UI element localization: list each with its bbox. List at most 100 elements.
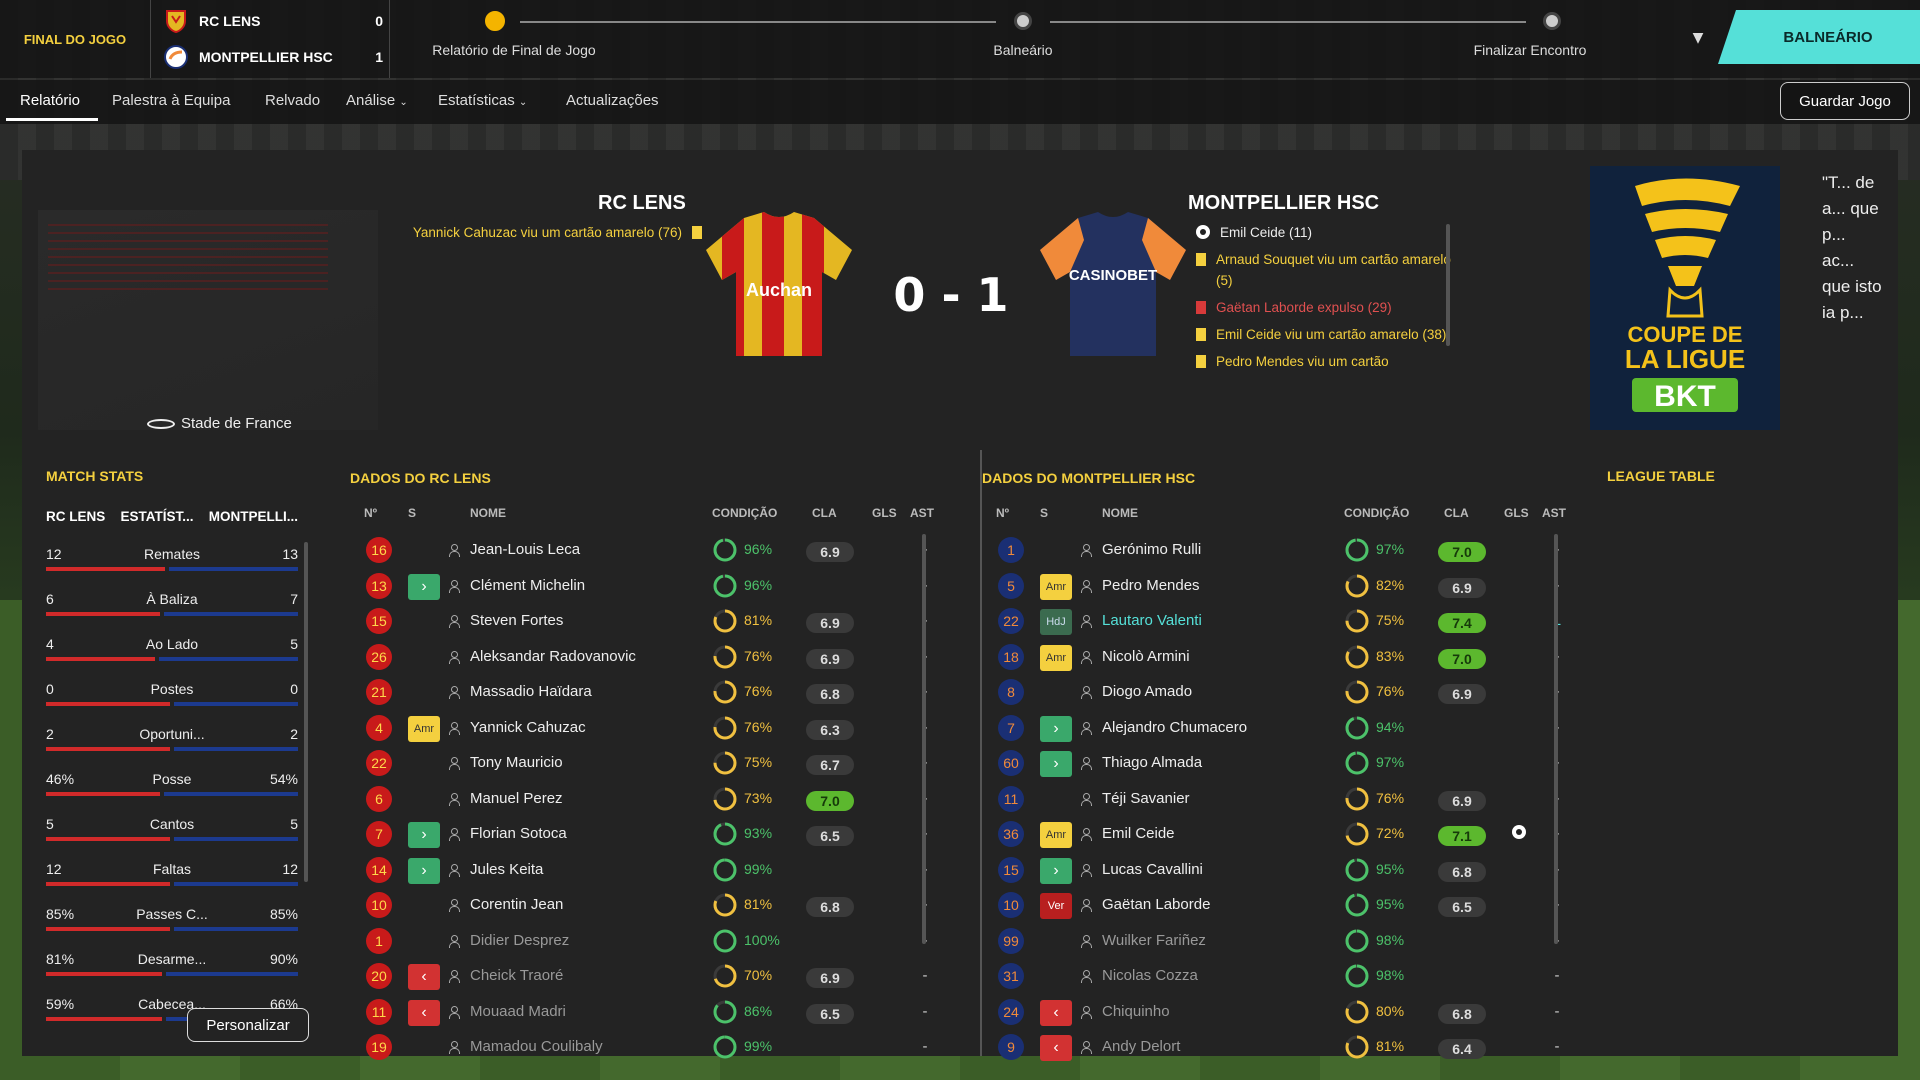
tab-actualizacoes[interactable]: Actualizações xyxy=(566,92,659,109)
player-row[interactable]: 21Massadio Haïdara76%6.8- xyxy=(356,676,946,711)
column-header[interactable]: CLA xyxy=(1444,506,1469,520)
mhsc-table-scrollbar[interactable] xyxy=(1554,534,1558,944)
player-name[interactable]: Corentin Jean xyxy=(470,896,563,913)
column-header[interactable]: CONDIÇÃO xyxy=(712,506,777,520)
player-row[interactable]: 13›Clément Michelin96%- xyxy=(356,570,946,605)
player-row[interactable]: 11Téji Savanier76%6.9- xyxy=(988,783,1578,818)
player-row[interactable]: 16Jean-Louis Leca96%6.9- xyxy=(356,534,946,569)
column-header[interactable]: GLS xyxy=(872,506,897,520)
player-row[interactable]: 4AmrYannick Cahuzac76%6.3- xyxy=(356,712,946,747)
player-row[interactable]: 31 Nicolas Cozza 98% - xyxy=(988,960,1578,995)
step-dot-report[interactable] xyxy=(485,11,505,31)
player-name[interactable]: Chiquinho xyxy=(1102,1003,1170,1020)
player-row[interactable]: 1Gerónimo Rulli97%7.0- xyxy=(988,534,1578,569)
column-header[interactable]: Nº xyxy=(364,506,377,520)
coupe-de-la-ligue-logo: COUPE DE LA LIGUE BKT xyxy=(1590,166,1780,430)
player-name[interactable]: Steven Fortes xyxy=(470,612,563,629)
stat-home-value: 12 xyxy=(46,861,62,877)
player-row[interactable]: 20 ‹ Cheick Traoré 70% 6.9 - xyxy=(356,960,946,995)
column-header[interactable]: NOME xyxy=(1102,506,1138,520)
tab-analise[interactable]: Análise ⌄ xyxy=(346,92,408,109)
shirt-number: 1 xyxy=(366,927,392,954)
player-row[interactable]: 22Tony Mauricio75%6.7- xyxy=(356,747,946,782)
column-header[interactable]: CLA xyxy=(812,506,837,520)
chevron-down-icon[interactable]: ▼ xyxy=(1686,26,1710,50)
tab-estatisticas[interactable]: Estatísticas ⌄ xyxy=(438,92,527,109)
save-game-button[interactable]: Guardar Jogo xyxy=(1780,82,1910,120)
lens-table-scrollbar[interactable] xyxy=(922,534,926,944)
player-row[interactable]: 1Didier Desprez100%- xyxy=(356,925,946,960)
player-name[interactable]: Diogo Amado xyxy=(1102,683,1192,700)
step-dot-finish[interactable] xyxy=(1543,12,1561,30)
column-header[interactable]: S xyxy=(1040,506,1048,520)
player-name[interactable]: Lautaro Valenti xyxy=(1102,612,1202,629)
player-row[interactable]: 15Steven Fortes81%6.9- xyxy=(356,605,946,640)
player-name[interactable]: Nicolò Armini xyxy=(1102,648,1190,665)
tab-relvado[interactable]: Relvado xyxy=(265,92,320,109)
player-name[interactable]: Jules Keita xyxy=(470,861,543,878)
player-name[interactable]: Téji Savanier xyxy=(1102,790,1190,807)
player-name[interactable]: Gaëtan Laborde xyxy=(1102,896,1210,913)
tab-relatorio[interactable]: Relatório xyxy=(20,92,80,109)
player-name[interactable]: Mamadou Coulibaly xyxy=(470,1038,603,1055)
player-row[interactable]: 60›Thiago Almada97%- xyxy=(988,747,1578,782)
column-header[interactable]: AST xyxy=(1542,506,1566,520)
player-name[interactable]: Wuilker Fariñez xyxy=(1102,932,1206,949)
player-name[interactable]: Andy Delort xyxy=(1102,1038,1180,1055)
player-row[interactable]: 14›Jules Keita99%- xyxy=(356,854,946,889)
player-name[interactable]: Florian Sotoca xyxy=(470,825,567,842)
player-rating: 6.9 xyxy=(806,613,854,633)
player-row[interactable]: 24 ‹ Chiquinho 80% 6.8 - xyxy=(988,996,1578,1031)
player-row[interactable]: 18AmrNicolò Armini83%7.0- xyxy=(988,641,1578,676)
tab-palestra[interactable]: Palestra à Equipa xyxy=(112,92,230,109)
player-name[interactable]: Mouaad Madri xyxy=(470,1003,566,1020)
player-row[interactable]: 6Manuel Perez73%7.0- xyxy=(356,783,946,818)
column-header[interactable]: CONDIÇÃO xyxy=(1344,506,1409,520)
player-name[interactable]: Yannick Cahuzac xyxy=(470,719,586,736)
player-name[interactable]: Lucas Cavallini xyxy=(1102,861,1203,878)
player-name[interactable]: Nicolas Cozza xyxy=(1102,967,1198,984)
player-row[interactable]: 9 ‹ Andy Delort 81% 6.4 - xyxy=(988,1031,1578,1066)
events-scrollbar[interactable] xyxy=(1446,224,1450,346)
player-row[interactable]: 5AmrPedro Mendes82%6.9- xyxy=(988,570,1578,605)
player-row[interactable]: 19 Mamadou Coulibaly 99% - xyxy=(356,1031,946,1066)
player-row[interactable]: 7›Alejandro Chumacero94%- xyxy=(988,712,1578,747)
player-row[interactable]: 22HdJLautaro Valenti75%7.41 xyxy=(988,605,1578,640)
stats-scrollbar[interactable] xyxy=(304,542,308,882)
player-name[interactable]: Jean-Louis Leca xyxy=(470,541,580,558)
column-header[interactable]: NOME xyxy=(470,506,506,520)
player-name[interactable]: Massadio Haïdara xyxy=(470,683,592,700)
player-name[interactable]: Clément Michelin xyxy=(470,577,585,594)
player-row[interactable]: 7›Florian Sotoca93%6.5- xyxy=(356,818,946,853)
step-label-dressing-room[interactable]: Balneário xyxy=(993,42,1052,58)
player-name[interactable]: Gerónimo Rulli xyxy=(1102,541,1201,558)
player-row[interactable]: 15›Lucas Cavallini95%6.8- xyxy=(988,854,1578,889)
player-name[interactable]: Didier Desprez xyxy=(470,932,569,949)
player-name[interactable]: Tony Mauricio xyxy=(470,754,563,771)
away-team-title[interactable]: MONTPELLIER HSC xyxy=(1188,192,1379,215)
player-name[interactable]: Cheick Traoré xyxy=(470,967,563,984)
player-name[interactable]: Alejandro Chumacero xyxy=(1102,719,1247,736)
home-team-title[interactable]: RC LENS xyxy=(598,192,686,215)
column-header[interactable]: GLS xyxy=(1504,506,1529,520)
player-name[interactable]: Manuel Perez xyxy=(470,790,563,807)
player-name[interactable]: Thiago Almada xyxy=(1102,754,1202,771)
player-name[interactable]: Emil Ceide xyxy=(1102,825,1175,842)
step-label-report[interactable]: Relatório de Final de Jogo xyxy=(432,42,595,58)
player-row[interactable]: 36AmrEmil Ceide72%7.1- xyxy=(988,818,1578,853)
customize-button[interactable]: Personalizar xyxy=(187,1008,309,1042)
player-row[interactable]: 26Aleksandar Radovanovic76%6.9- xyxy=(356,641,946,676)
player-name[interactable]: Aleksandar Radovanovic xyxy=(470,648,636,665)
continue-button[interactable]: BALNEÁRIO xyxy=(1718,10,1920,64)
column-header[interactable]: Nº xyxy=(996,506,1009,520)
step-dot-dressing-room[interactable] xyxy=(1014,12,1032,30)
player-name[interactable]: Pedro Mendes xyxy=(1102,577,1200,594)
player-row[interactable]: 10Corentin Jean81%6.8- xyxy=(356,889,946,924)
player-row[interactable]: 8Diogo Amado76%6.9- xyxy=(988,676,1578,711)
column-header[interactable]: S xyxy=(408,506,416,520)
column-header[interactable]: AST xyxy=(910,506,934,520)
player-row[interactable]: 10VerGaëtan Laborde95%6.5- xyxy=(988,889,1578,924)
player-row[interactable]: 99Wuilker Fariñez98%- xyxy=(988,925,1578,960)
player-row[interactable]: 11 ‹ Mouaad Madri 86% 6.5 - xyxy=(356,996,946,1031)
step-label-finish[interactable]: Finalizar Encontro xyxy=(1474,42,1587,58)
